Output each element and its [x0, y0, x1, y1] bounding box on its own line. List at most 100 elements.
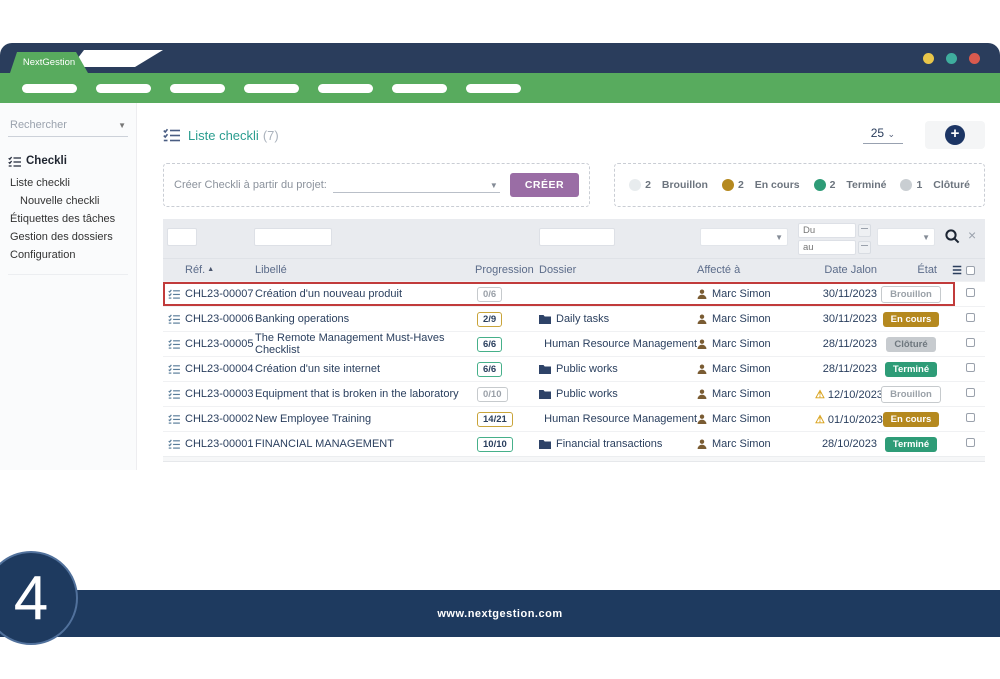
column-header-affecte[interactable]: Affecté à	[697, 264, 815, 276]
row-checkbox[interactable]	[966, 413, 975, 422]
nav-item-placeholder[interactable]	[170, 84, 225, 93]
filter-ref-input[interactable]	[167, 228, 197, 246]
table-row[interactable]: CHL23-00007 Création d'un nouveau produi…	[163, 281, 985, 306]
row-libelle[interactable]: Création d'un site internet	[255, 363, 475, 375]
column-header-etat[interactable]: État	[877, 264, 945, 276]
page-size-select[interactable]: 25 ⌄	[863, 126, 903, 144]
row-checkbox[interactable]	[966, 438, 975, 447]
add-checkli-button[interactable]: +	[945, 125, 965, 145]
row-date: 28/10/2023	[822, 438, 877, 450]
column-header-dossier[interactable]: Dossier	[539, 264, 697, 276]
progression-badge: 2/9	[477, 312, 502, 327]
filter-affecte-select[interactable]: ▼	[700, 228, 788, 246]
row-ref[interactable]: CHL23-00007	[185, 288, 255, 300]
row-ref[interactable]: CHL23-00001	[185, 438, 255, 450]
status-dot	[722, 179, 734, 191]
row-ref[interactable]: CHL23-00004	[185, 363, 255, 375]
filter-dossier-input[interactable]	[539, 228, 615, 246]
sidebar-item-configuration[interactable]: Configuration	[8, 246, 128, 264]
sidebar-item-liste-checkli[interactable]: Liste checkli	[8, 174, 128, 192]
calendar-icon[interactable]	[858, 241, 871, 254]
column-header-date-jalon[interactable]: Date Jalon	[815, 264, 877, 276]
sidebar-item-gestion-dossiers[interactable]: Gestion des dossiers	[8, 228, 128, 246]
row-ref[interactable]: CHL23-00003	[185, 388, 255, 400]
row-libelle[interactable]: New Employee Training	[255, 413, 475, 425]
row-checkbox[interactable]	[966, 338, 975, 347]
person-icon	[697, 439, 707, 449]
filter-etat-select[interactable]: ▼	[877, 228, 935, 246]
list-view-icon[interactable]: ☰	[952, 264, 962, 277]
row-libelle[interactable]: The Remote Management Must-Haves Checkli…	[255, 332, 475, 356]
window-maximize-dot[interactable]	[946, 53, 957, 64]
row-dossier: Daily tasks	[556, 313, 609, 325]
table-row[interactable]: CHL23-00002 New Employee Training 14/21 …	[163, 406, 985, 431]
progression-badge: 0/10	[477, 387, 508, 402]
column-header-libelle[interactable]: Libellé	[255, 264, 475, 276]
row-affecte: Marc Simon	[712, 288, 771, 300]
chevron-down-icon: ▼	[775, 233, 783, 242]
create-checkli-panel: Créer Checkli à partir du projet: ▼ CRÉE…	[163, 163, 590, 207]
folder-icon	[539, 364, 551, 374]
calendar-icon[interactable]	[858, 224, 871, 237]
window-titlebar: NextGestion	[0, 43, 1000, 73]
row-libelle[interactable]: FINANCIAL MANAGEMENT	[255, 438, 475, 450]
chevron-down-icon: ▼	[922, 233, 930, 242]
checklist-icon	[163, 439, 185, 449]
row-checkbox[interactable]	[966, 313, 975, 322]
filter-libelle-input[interactable]	[254, 228, 332, 246]
nav-item-placeholder[interactable]	[318, 84, 373, 93]
chevron-down-icon: ▼	[118, 121, 126, 130]
chevron-down-icon: ⌄	[887, 129, 895, 139]
row-libelle[interactable]: Création d'un nouveau produit	[255, 288, 475, 300]
project-select[interactable]: ▼	[333, 177, 500, 193]
status-dot	[814, 179, 826, 191]
row-checkbox[interactable]	[966, 388, 975, 397]
sidebar-item-nouvelle-checkli[interactable]: Nouvelle checkli	[8, 192, 128, 210]
nav-item-placeholder[interactable]	[244, 84, 299, 93]
main-content: Liste checkli (7) 25 ⌄ + Créer Checkli à…	[137, 103, 1000, 470]
sidebar-item-etiquettes-taches[interactable]: Étiquettes des tâches	[8, 210, 128, 228]
column-header-progression[interactable]: Progression	[475, 264, 539, 276]
checklist-icon	[163, 364, 185, 374]
status-badge: Clôturé	[886, 337, 935, 352]
column-header-ref[interactable]: Réf.▲	[185, 264, 255, 276]
select-all-checkbox[interactable]	[966, 266, 975, 275]
main-navbar	[0, 73, 1000, 103]
table-footer-strip	[163, 456, 985, 462]
table-row[interactable]: CHL23-00004 Création d'un site internet …	[163, 356, 985, 381]
search-icon[interactable]	[945, 229, 960, 247]
sidebar-section-checkli[interactable]: Checkli	[8, 155, 128, 167]
filter-date-au-input[interactable]	[798, 240, 856, 255]
row-checkbox[interactable]	[966, 288, 975, 297]
row-checkbox[interactable]	[966, 363, 975, 372]
window-minimize-dot[interactable]	[923, 53, 934, 64]
progression-badge: 6/6	[477, 362, 502, 377]
table-row[interactable]: CHL23-00006 Banking operations 2/9 Daily…	[163, 306, 985, 331]
row-affecte: Marc Simon	[712, 363, 771, 375]
checklist-icon	[163, 289, 185, 299]
nav-item-placeholder[interactable]	[392, 84, 447, 93]
nav-item-placeholder[interactable]	[96, 84, 151, 93]
row-ref[interactable]: CHL23-00006	[185, 313, 255, 325]
row-ref[interactable]: CHL23-00005	[185, 338, 255, 350]
nav-item-placeholder[interactable]	[466, 84, 521, 93]
table-row[interactable]: CHL23-00001 FINANCIAL MANAGEMENT 10/10 F…	[163, 431, 985, 456]
sidebar-search-placeholder: Rechercher	[10, 119, 67, 131]
progression-badge: 6/6	[477, 337, 502, 352]
table-row[interactable]: CHL23-00003 Equipment that is broken in …	[163, 381, 985, 406]
nav-item-placeholder[interactable]	[22, 84, 77, 93]
row-libelle[interactable]: Equipment that is broken in the laborato…	[255, 388, 475, 400]
table-row[interactable]: CHL23-00005 The Remote Management Must-H…	[163, 331, 985, 356]
row-date: 30/11/2023	[823, 288, 877, 300]
window-close-dot[interactable]	[969, 53, 980, 64]
row-libelle[interactable]: Banking operations	[255, 313, 475, 325]
status-badge: En cours	[883, 312, 940, 327]
row-ref[interactable]: CHL23-00002	[185, 413, 255, 425]
row-affecte: Marc Simon	[712, 338, 771, 350]
row-date: 01/10/2023	[828, 414, 883, 426]
create-button[interactable]: CRÉER	[510, 173, 579, 197]
clear-filters-icon[interactable]: ×	[968, 227, 976, 243]
sidebar-search-select[interactable]: Rechercher ▼	[8, 117, 128, 137]
folder-icon	[539, 389, 551, 399]
filter-date-du-input[interactable]	[798, 223, 856, 238]
